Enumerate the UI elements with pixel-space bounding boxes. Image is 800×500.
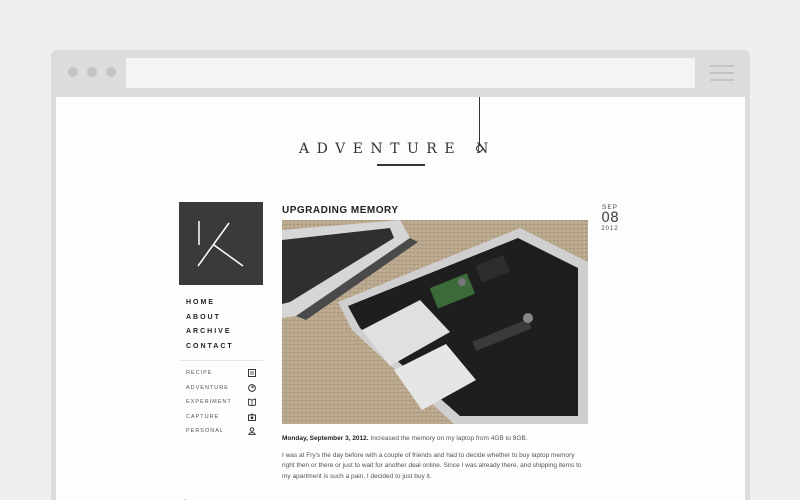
post-title[interactable]: UPGRADING MEMORY <box>282 205 399 216</box>
site-logo[interactable] <box>179 202 263 285</box>
category-recipe[interactable]: RECIPE <box>186 366 256 381</box>
post-body: Monday, September 3, 2012. Increased the… <box>282 434 588 488</box>
date-day: 08 <box>601 210 619 226</box>
laptop-photo-image <box>282 220 588 424</box>
browser-window: ADVENTURE N HOME ABOUT ARCHIVE CONTACT RE… <box>51 50 750 500</box>
category-label: ADVENTURE <box>186 384 229 391</box>
logo-mark-icon <box>197 221 244 267</box>
category-label: EXPERIMENT <box>186 399 232 405</box>
window-dot-minimize[interactable] <box>87 67 97 77</box>
site-title-main: ADVENTURE <box>299 141 463 157</box>
camera-icon <box>248 413 256 421</box>
nav-contact[interactable]: CONTACT <box>186 340 234 355</box>
post-lead-date: Monday, September 3, 2012. <box>282 435 369 442</box>
window-dot-maximize[interactable] <box>106 67 116 77</box>
category-label: PERSONAL <box>186 428 224 434</box>
post-photo[interactable] <box>282 220 588 424</box>
book-icon <box>248 398 256 406</box>
category-label: RECIPE <box>186 370 213 376</box>
title-underline <box>377 164 425 166</box>
window-dot-close[interactable] <box>68 67 78 77</box>
compass-icon <box>248 383 256 392</box>
address-bar[interactable] <box>126 58 695 88</box>
category-adventure[interactable]: ADVENTURE <box>186 381 256 396</box>
category-experiment[interactable]: EXPERIMENT <box>186 395 256 410</box>
window-controls <box>68 67 116 77</box>
pendulum-line <box>479 97 480 147</box>
category-capture[interactable]: CAPTURE <box>186 410 256 425</box>
category-list: RECIPE ADVENTURE EXPERIMENT CAPTURE PERS… <box>186 366 256 439</box>
category-personal[interactable]: PERSONAL <box>186 424 256 439</box>
post-paragraph-1: Monday, September 3, 2012. Increased the… <box>282 434 588 445</box>
post-paragraph-2: I was at Fry's the day before with a cou… <box>282 451 582 480</box>
post-lead-text: Increased the memory on my laptop from 4… <box>368 435 528 442</box>
hamburger-menu-icon[interactable] <box>710 65 734 86</box>
sidebar-divider <box>179 360 263 361</box>
nav-home[interactable]: HOME <box>186 296 234 311</box>
site-title-end: N <box>476 141 496 157</box>
category-label: CAPTURE <box>186 413 220 420</box>
nav-archive[interactable]: ARCHIVE <box>186 325 234 340</box>
web-page: ADVENTURE N HOME ABOUT ARCHIVE CONTACT RE… <box>56 97 745 500</box>
recipe-icon <box>248 369 256 377</box>
main-nav: HOME ABOUT ARCHIVE CONTACT <box>186 296 234 354</box>
nav-about[interactable]: ABOUT <box>186 311 234 326</box>
person-icon <box>248 427 256 435</box>
site-title[interactable]: ADVENTURE N <box>299 141 509 157</box>
post-date: SEP 08 2012 <box>596 203 624 234</box>
